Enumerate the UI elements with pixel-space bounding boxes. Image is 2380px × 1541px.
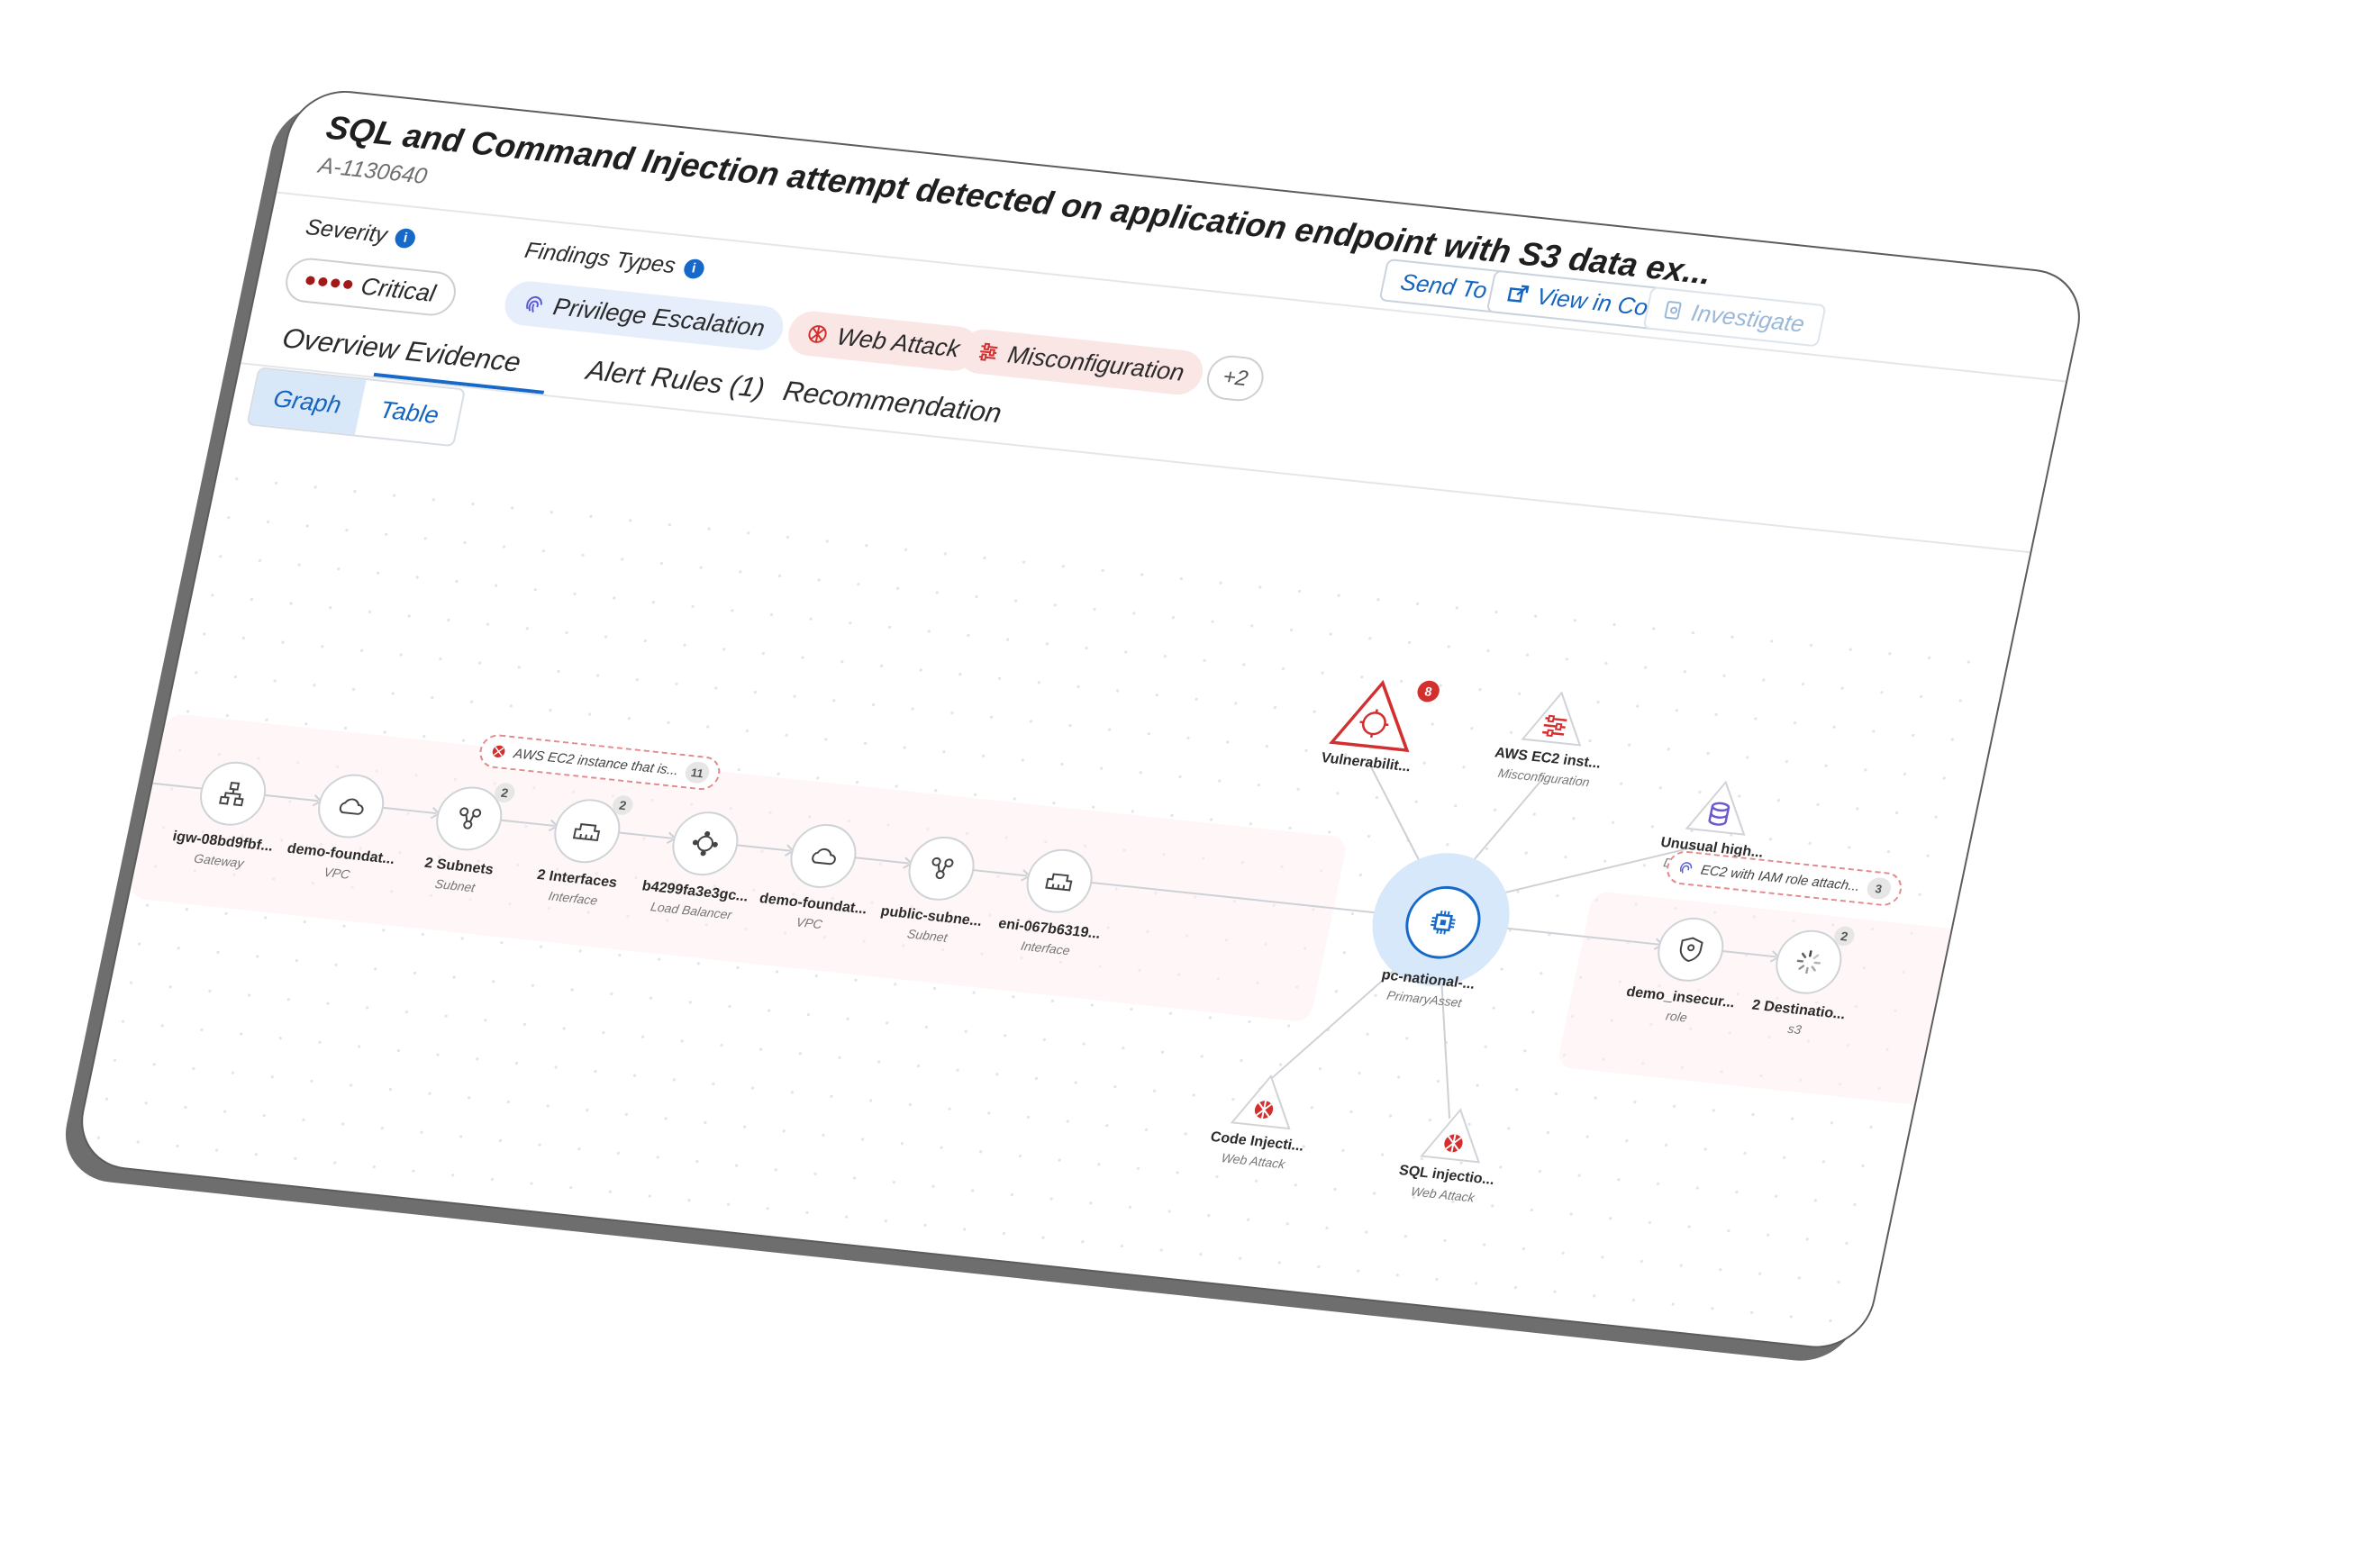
web-attack-icon bbox=[1420, 1108, 1481, 1164]
investigate-icon bbox=[1664, 301, 1682, 320]
database-icon bbox=[1685, 780, 1746, 836]
findings-types-label: Findings Types i bbox=[522, 238, 706, 282]
vpc-cloud-icon bbox=[339, 798, 364, 815]
interface-icon bbox=[572, 823, 601, 842]
info-icon[interactable]: i bbox=[682, 258, 706, 279]
graph-finding-code-injection[interactable]: Code Injecti... Web Attack bbox=[1162, 1064, 1361, 1178]
web-attack-icon bbox=[1230, 1074, 1291, 1130]
finding-chip-label: Web Attack bbox=[834, 322, 963, 362]
severity-badge: Critical bbox=[281, 256, 460, 318]
graph-node-destinations[interactable]: 2 2 Destinatio... s3 bbox=[1703, 920, 1904, 1045]
severity-label-text: Severity bbox=[303, 214, 390, 249]
interface-icon bbox=[1045, 873, 1073, 892]
findings-types-label-text: Findings Types bbox=[522, 238, 678, 279]
fingerprint-icon bbox=[1679, 862, 1693, 874]
graph-finding-sql-injection[interactable]: SQL injectio... Web Attack bbox=[1352, 1097, 1551, 1211]
tab-recommendation[interactable]: Recommendation bbox=[780, 375, 1004, 430]
send-to-label: Send To bbox=[1398, 267, 1490, 304]
vulnerability-icon bbox=[1329, 679, 1410, 753]
subnet-icon bbox=[459, 807, 482, 829]
screenshot-stage: SQL and Command Injection attempt detect… bbox=[0, 0, 2380, 1541]
evidence-graph-canvas[interactable]: igw-08bd9fbf... Gateway demo-foundat... … bbox=[73, 457, 2011, 1352]
finding-chip-misconfiguration[interactable]: Misconfiguration bbox=[955, 327, 1207, 397]
web-attack-icon bbox=[808, 325, 827, 343]
alert-detail-panel: SQL and Command Injection attempt detect… bbox=[71, 86, 2090, 1354]
subnet-icon bbox=[931, 857, 954, 880]
tab-overview[interactable]: Overview bbox=[279, 322, 401, 367]
load-balancer-icon bbox=[692, 830, 718, 857]
callout-count: 11 bbox=[683, 760, 712, 784]
sliders-icon bbox=[1521, 691, 1582, 747]
finding-chip-label: Misconfiguration bbox=[1005, 340, 1187, 386]
severity-label: Severity i bbox=[304, 214, 418, 251]
info-icon[interactable]: i bbox=[393, 227, 418, 249]
spinner-icon bbox=[1796, 950, 1821, 974]
web-attack-icon bbox=[492, 745, 505, 758]
shield-icon bbox=[1679, 937, 1703, 963]
external-link-icon bbox=[1507, 285, 1530, 303]
more-findings-chip[interactable]: +2 bbox=[1203, 353, 1268, 403]
cpu-chip-icon bbox=[1430, 910, 1456, 935]
alert-id: A-1130640 bbox=[316, 152, 430, 189]
gateway-icon bbox=[219, 781, 244, 807]
severity-value: Critical bbox=[359, 272, 439, 307]
graph-finding-misconfiguration[interactable]: AWS EC2 inst... Misconfiguration bbox=[1453, 680, 1652, 794]
graph-node-interface[interactable]: eni-067b6319... Interface bbox=[955, 840, 1156, 965]
callout-text: EC2 with IAM role attach... bbox=[1699, 862, 1862, 894]
sliders-icon bbox=[978, 342, 998, 361]
vpc-cloud-icon bbox=[812, 848, 836, 866]
tab-alert-rules[interactable]: Alert Rules (1) bbox=[584, 354, 768, 404]
finding-chip-web-attack[interactable]: Web Attack bbox=[784, 309, 982, 374]
alert-title: SQL and Command Injection attempt detect… bbox=[322, 108, 1715, 292]
table-view-button[interactable]: Table bbox=[355, 380, 464, 445]
callout-count: 3 bbox=[1865, 876, 1893, 901]
graph-view-button[interactable]: Graph bbox=[248, 368, 367, 435]
finding-chip-label: Privilege Escalation bbox=[550, 292, 768, 341]
investigate-label: Investigate bbox=[1688, 298, 1807, 338]
severity-dots-icon bbox=[304, 276, 354, 290]
graph-finding-vulnerability[interactable]: 8 Vulnerabilit... bbox=[1275, 670, 1473, 781]
finding-chip-privilege-escalation[interactable]: Privilege Escalation bbox=[500, 278, 787, 353]
fingerprint-icon bbox=[526, 295, 542, 313]
tab-evidence[interactable]: Evidence bbox=[403, 335, 523, 379]
